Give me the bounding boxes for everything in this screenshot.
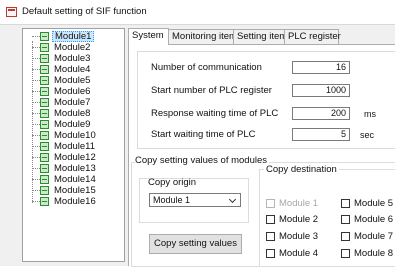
tree-item-label: Module7	[54, 97, 91, 108]
copy-setting-values-button[interactable]: Copy setting values	[149, 234, 242, 254]
tree-item-module13[interactable]: Module13	[25, 163, 123, 174]
module-node-icon	[40, 120, 49, 129]
tab-monitoring-item[interactable]: Monitoring item	[168, 29, 237, 44]
window-title: Default setting of SIF function	[22, 6, 147, 17]
module-node-icon	[40, 32, 49, 41]
number-of-communication-label: Number of communication	[151, 62, 262, 73]
tree-item-label: Module11	[54, 141, 96, 152]
tab-system[interactable]: System	[128, 28, 169, 45]
tree-item-label: Module4	[54, 64, 91, 75]
start-plc-register-input[interactable]: 1000	[292, 84, 350, 97]
tree-item-label: Module16	[54, 196, 96, 207]
tab-strip: System Monitoring item Setting item PLC …	[128, 28, 395, 45]
response-waiting-time-label: Response waiting time of PLC	[151, 108, 279, 119]
module-node-icon	[40, 197, 49, 206]
start-waiting-time-unit: sec	[360, 130, 375, 140]
module-node-icon	[40, 142, 49, 151]
tree-item-module8[interactable]: Module8	[25, 108, 123, 119]
response-waiting-time-input[interactable]: 200	[292, 107, 350, 120]
tree-item-label: Module1	[52, 31, 95, 42]
tree-item-module3[interactable]: Module3	[25, 53, 123, 64]
tree-item-module2[interactable]: Module2	[25, 42, 123, 53]
tree-item-label: Module2	[54, 42, 91, 53]
module-tree[interactable]: Module1 Module2 Module3 Module4 Module5 …	[22, 28, 125, 262]
module-node-icon	[40, 87, 49, 96]
app-window-icon	[6, 7, 17, 17]
tree-item-label: Module9	[54, 119, 91, 130]
tree-item-module1[interactable]: Module1	[25, 31, 123, 42]
start-waiting-time-input[interactable]: 5	[292, 128, 350, 141]
module-node-icon	[40, 65, 49, 74]
tree-item-module6[interactable]: Module6	[25, 86, 123, 97]
tree-item-label: Module13	[54, 163, 96, 174]
tree-item-label: Module8	[54, 108, 91, 119]
module-node-icon	[40, 164, 49, 173]
tree-item-module5[interactable]: Module5	[25, 75, 123, 86]
tree-item-module9[interactable]: Module9	[25, 119, 123, 130]
copy-origin-value: Module 1	[153, 195, 191, 205]
module-node-icon	[40, 43, 49, 52]
copy-origin-label: Copy origin	[148, 177, 197, 188]
tree-item-module15[interactable]: Module15	[25, 185, 123, 196]
system-tab-panel: Number of communication 16 Start number …	[128, 44, 395, 267]
module-node-icon	[40, 109, 49, 118]
tree-item-label: Module14	[54, 174, 96, 185]
tab-plc-register[interactable]: PLC register	[284, 29, 341, 44]
copy-settings-title: Copy setting values of modules	[135, 155, 270, 166]
sif-settings-window: Default setting of SIF function Module1 …	[0, 0, 395, 267]
tree-item-label: Module12	[54, 152, 96, 163]
tree-item-label: Module5	[54, 75, 91, 86]
tree-item-label: Module15	[54, 185, 96, 196]
tree-item-module11[interactable]: Module11	[25, 141, 123, 152]
module-node-icon	[40, 76, 49, 85]
start-waiting-time-label: Start waiting time of PLC	[151, 129, 256, 140]
start-plc-register-label: Start number of PLC register	[151, 85, 272, 96]
copy-destination-label: Copy destination	[264, 164, 339, 175]
chevron-down-icon	[228, 195, 237, 204]
tree-item-label: Module6	[54, 86, 91, 97]
tree-item-module4[interactable]: Module4	[25, 64, 123, 75]
module-node-icon	[40, 98, 49, 107]
module-node-icon	[40, 175, 49, 184]
tree-item-label: Module3	[54, 53, 91, 64]
tree-item-module10[interactable]: Module10	[25, 130, 123, 141]
tree-item-module12[interactable]: Module12	[25, 152, 123, 163]
module-node-icon	[40, 54, 49, 63]
title-bar: Default setting of SIF function	[0, 0, 395, 25]
tree-item-module14[interactable]: Module14	[25, 174, 123, 185]
module-node-icon	[40, 131, 49, 140]
module-node-icon	[40, 153, 49, 162]
copy-origin-select[interactable]: Module 1	[149, 193, 241, 207]
response-waiting-time-unit: ms	[364, 109, 376, 119]
tree-item-module7[interactable]: Module7	[25, 97, 123, 108]
tab-setting-item[interactable]: Setting item	[233, 29, 287, 44]
module-node-icon	[40, 186, 49, 195]
number-of-communication-input[interactable]: 16	[292, 61, 350, 74]
tree-item-module16[interactable]: Module16	[25, 196, 123, 207]
tree-item-label: Module10	[54, 130, 96, 141]
